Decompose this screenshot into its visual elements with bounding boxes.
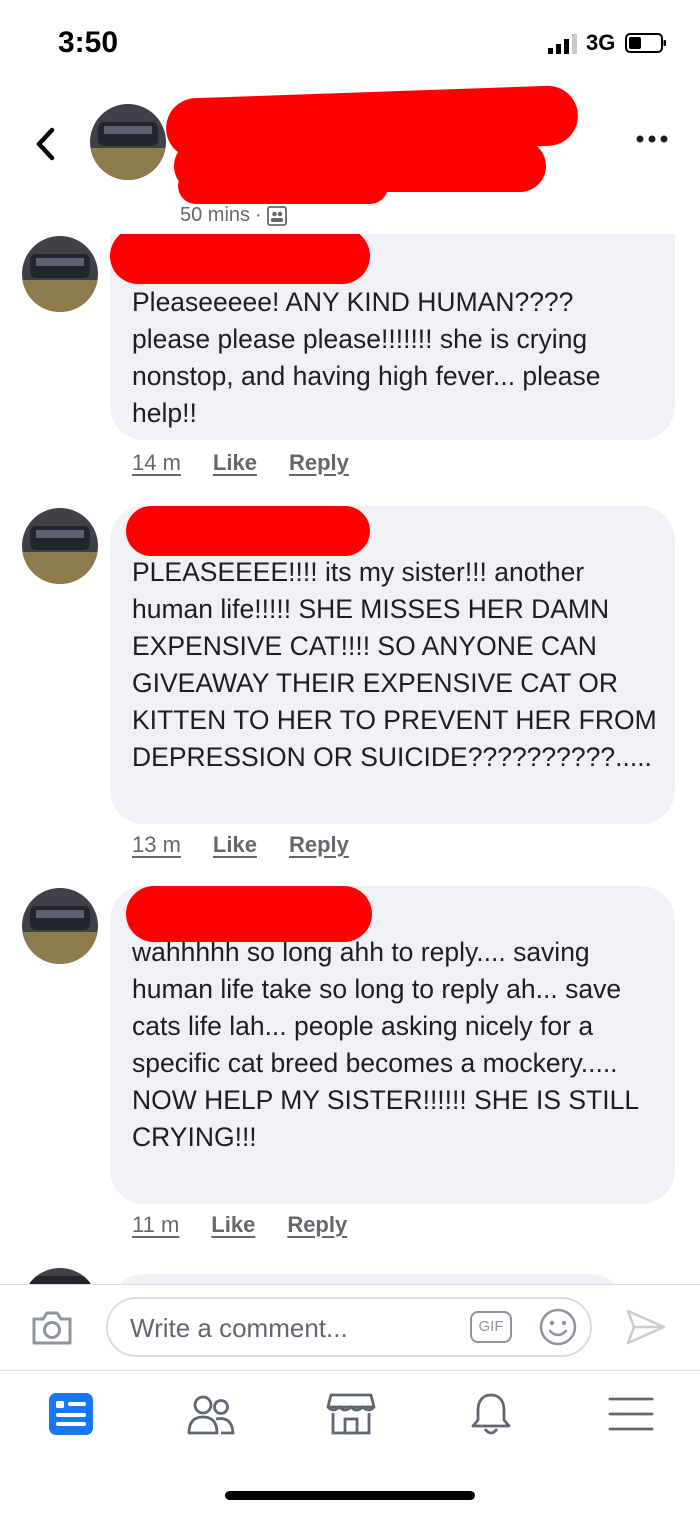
camera-icon[interactable] [30, 1307, 74, 1347]
status-bar: 3:50 3G [0, 0, 700, 84]
signal-strength-icon [548, 34, 577, 54]
battery-icon [625, 33, 666, 53]
avatar-image [22, 236, 98, 312]
friends-icon[interactable] [186, 1391, 236, 1437]
commenter-avatar[interactable] [22, 508, 98, 584]
redacted-name [178, 168, 388, 204]
comment-text: wahhhhh so long ahh to reply.... saving … [132, 937, 646, 1152]
like-button[interactable]: Like [211, 1212, 255, 1238]
news-feed-icon[interactable] [46, 1391, 96, 1437]
avatar[interactable] [90, 104, 166, 180]
comment-actions: 11 m Like Reply [132, 1212, 347, 1238]
post-time[interactable]: 50 mins [180, 204, 250, 227]
bottom-tab-bar [0, 1370, 700, 1518]
back-arrow-icon[interactable] [30, 124, 60, 164]
avatar-image [22, 1268, 98, 1284]
comment-timestamp[interactable]: 13 m [132, 832, 181, 858]
comment-actions: 14 m Like Reply [132, 450, 349, 476]
redacted-commenter-name [110, 234, 370, 284]
reply-button[interactable]: Reply [289, 832, 349, 858]
commenter-avatar[interactable] [22, 888, 98, 964]
comment-input-box[interactable]: GIF [106, 1297, 592, 1357]
marketplace-icon[interactable] [326, 1391, 376, 1437]
reply-button[interactable]: Reply [287, 1212, 347, 1238]
send-icon[interactable] [624, 1307, 668, 1347]
comment-text: Pleaseeeee! ANY KIND HUMAN???? please pl… [132, 287, 608, 428]
avatar-image [90, 104, 166, 180]
meta-separator: · [255, 204, 262, 226]
notifications-bell-icon[interactable] [466, 1391, 516, 1437]
commenter-avatar[interactable] [22, 1268, 98, 1284]
like-button[interactable]: Like [213, 832, 257, 858]
gif-button[interactable]: GIF [470, 1311, 512, 1343]
reply-button[interactable]: Reply [289, 450, 349, 476]
more-options-icon[interactable] [632, 129, 672, 149]
comment-text: PLEASEEEE!!!! its my sister!!! another h… [132, 557, 665, 772]
post-header: 50 mins · [0, 84, 700, 234]
like-button[interactable]: Like [213, 450, 257, 476]
redacted-commenter-name [126, 886, 372, 942]
comment-composer: GIF [0, 1284, 700, 1371]
emoji-icon[interactable] [538, 1307, 578, 1347]
comment-bubble[interactable] [110, 1274, 625, 1284]
comment-timestamp[interactable]: 11 m [132, 1212, 179, 1238]
comment-timestamp[interactable]: 14 m [132, 450, 181, 476]
commenter-avatar[interactable] [22, 236, 98, 312]
redacted-commenter-name [126, 506, 370, 556]
home-indicator[interactable] [225, 1491, 475, 1500]
network-type: 3G [586, 30, 616, 55]
avatar-image [22, 888, 98, 964]
menu-icon[interactable] [606, 1391, 656, 1437]
comment-actions: 13 m Like Reply [132, 832, 349, 858]
post-meta: 50 mins · [180, 204, 287, 227]
audience-friends-icon [266, 205, 287, 226]
comment-input[interactable] [128, 1309, 452, 1347]
comment-list[interactable]: Pleaseeeee! ANY KIND HUMAN???? please pl… [0, 234, 700, 1284]
avatar-image [22, 508, 98, 584]
status-time: 3:50 [58, 26, 119, 59]
